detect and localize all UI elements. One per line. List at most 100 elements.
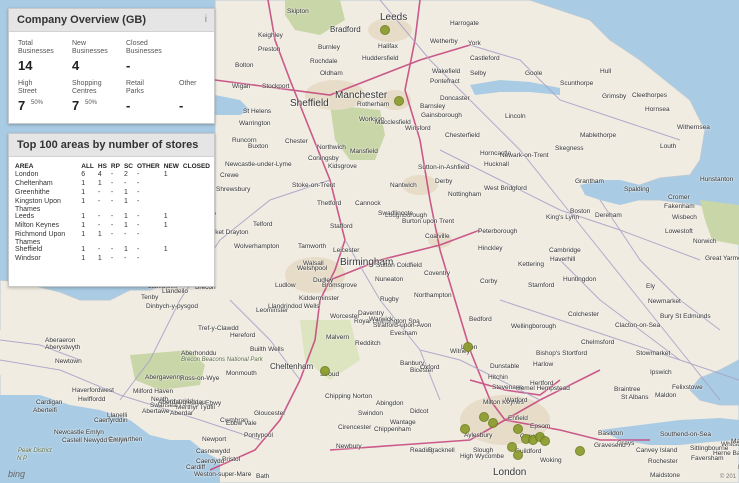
stat-value: 4 <box>72 58 80 73</box>
table-cell: - <box>110 171 114 178</box>
col-new[interactable]: NEW <box>164 162 183 171</box>
table-cell: Windsor <box>15 255 41 262</box>
table-row[interactable]: Cheltenham 1 1 - - - <box>15 180 214 189</box>
table-cell: 1 <box>81 222 86 229</box>
table-cell <box>164 180 183 189</box>
table-cell: 1 <box>163 171 168 178</box>
stat-label: Closed Businesses <box>126 40 162 55</box>
store-marker[interactable] <box>460 424 470 434</box>
table-cell: 6 <box>81 171 86 178</box>
table-row[interactable]: Greenhithe 1 - - 1 - <box>15 189 214 198</box>
table-cell: 1 <box>123 222 128 229</box>
table-cell <box>183 246 214 255</box>
table-cell: 1 <box>81 180 86 187</box>
stat-value: - <box>126 98 131 113</box>
copyright-text: © 201 <box>719 474 736 480</box>
table-cell: London <box>15 171 39 178</box>
table-cell: - <box>110 246 114 253</box>
col-area[interactable]: AREA <box>15 162 81 171</box>
table-cell: - <box>97 198 101 205</box>
store-marker[interactable] <box>463 342 473 352</box>
stat-percent: 50% <box>85 100 98 106</box>
table-cell: 1 <box>81 231 86 238</box>
col-hs[interactable]: HS <box>98 162 111 171</box>
table-row[interactable]: Richmond Upon Thames 1 1 - - - <box>15 231 214 246</box>
store-marker[interactable] <box>513 450 523 460</box>
table-cell <box>183 231 214 246</box>
table-cell: Kingston Upon Thames <box>15 198 61 213</box>
stat-label: High Street <box>18 80 37 95</box>
overview-stats: Total Businesses 14 New Businesses 4 Close… <box>9 32 214 124</box>
table-cell: Greenhithe <box>15 189 50 196</box>
store-marker[interactable] <box>380 25 390 35</box>
table-cell: - <box>136 246 140 253</box>
stat-value: 14 <box>18 58 33 73</box>
table-cell <box>183 180 214 189</box>
store-marker[interactable] <box>507 442 517 452</box>
table-cell: 1 <box>163 222 168 229</box>
table-cell: 1 <box>97 231 102 238</box>
col-all[interactable]: ALL <box>81 162 98 171</box>
table-cell <box>183 222 214 231</box>
stat-label: Shopping Centres <box>72 80 102 95</box>
table-cell <box>183 255 214 264</box>
table-row[interactable]: Sheffield 1 - - 1 - 1 <box>15 246 214 255</box>
table-cell: - <box>97 189 101 196</box>
store-marker[interactable] <box>394 96 404 106</box>
table-cell: - <box>110 198 114 205</box>
table-cell: Richmond Upon Thames <box>15 231 66 246</box>
table-cell: 1 <box>163 246 168 253</box>
stat-label: Total Businesses <box>18 40 54 55</box>
top-areas-title: Top 100 areas by number of stores <box>17 139 199 151</box>
col-closed[interactable]: CLOSED <box>183 162 214 171</box>
table-row[interactable]: Milton Keynes 1 - - 1 - 1 <box>15 222 214 231</box>
table-cell: - <box>136 180 140 187</box>
table-cell: - <box>136 171 140 178</box>
table-cell: Leeds <box>15 213 35 220</box>
areas-header-row: AREA ALL HS RP SC OTHER NEW CLOSED <box>15 162 214 171</box>
table-row[interactable]: Kingston Upon Thames 1 - - 1 - <box>15 198 214 213</box>
table-cell: 1 <box>81 246 86 253</box>
table-cell: - <box>123 255 127 262</box>
table-cell: 1 <box>163 213 168 220</box>
table-cell: - <box>110 180 114 187</box>
table-cell: - <box>110 222 114 229</box>
table-cell: 1 <box>123 246 128 253</box>
top-areas-panel: Top 100 areas by number of stores AREA A… <box>8 133 215 287</box>
table-cell: - <box>123 231 127 238</box>
bing-logo[interactable]: bing <box>8 469 25 479</box>
store-marker[interactable] <box>540 436 550 446</box>
col-rp[interactable]: RP <box>111 162 124 171</box>
areas-table: AREA ALL HS RP SC OTHER NEW CLOSED Londo… <box>15 162 214 264</box>
table-row[interactable]: London 6 4 - 2 - 1 <box>15 171 214 180</box>
stat-label: Other <box>179 80 197 87</box>
table-cell: - <box>97 222 101 229</box>
col-other[interactable]: OTHER <box>137 162 164 171</box>
table-cell: 1 <box>81 198 86 205</box>
table-cell: - <box>136 198 140 205</box>
stat-value: 7 <box>18 98 26 113</box>
table-cell: - <box>97 246 101 253</box>
table-row[interactable]: Leeds 1 - - 1 - 1 <box>15 213 214 222</box>
stat-value: 7 <box>72 98 80 113</box>
table-cell <box>164 198 183 213</box>
table-cell: Cheltenham <box>15 180 53 187</box>
table-cell <box>164 255 183 264</box>
table-cell: 1 <box>81 255 86 262</box>
table-cell: - <box>136 231 140 238</box>
col-sc[interactable]: SC <box>124 162 137 171</box>
stat-percent: 50% <box>31 100 44 106</box>
store-marker[interactable] <box>513 424 523 434</box>
table-cell: - <box>110 231 114 238</box>
store-marker[interactable] <box>320 366 330 376</box>
table-cell: 1 <box>81 213 86 220</box>
store-marker[interactable] <box>488 418 498 428</box>
info-icon[interactable]: i <box>205 9 207 31</box>
stat-value: - <box>179 98 184 113</box>
store-marker[interactable] <box>575 446 585 456</box>
table-cell: 4 <box>97 171 102 178</box>
table-cell: 1 <box>123 213 128 220</box>
table-row[interactable]: Windsor 1 1 - - - <box>15 255 214 264</box>
table-cell: - <box>136 255 140 262</box>
table-cell: - <box>97 213 101 220</box>
